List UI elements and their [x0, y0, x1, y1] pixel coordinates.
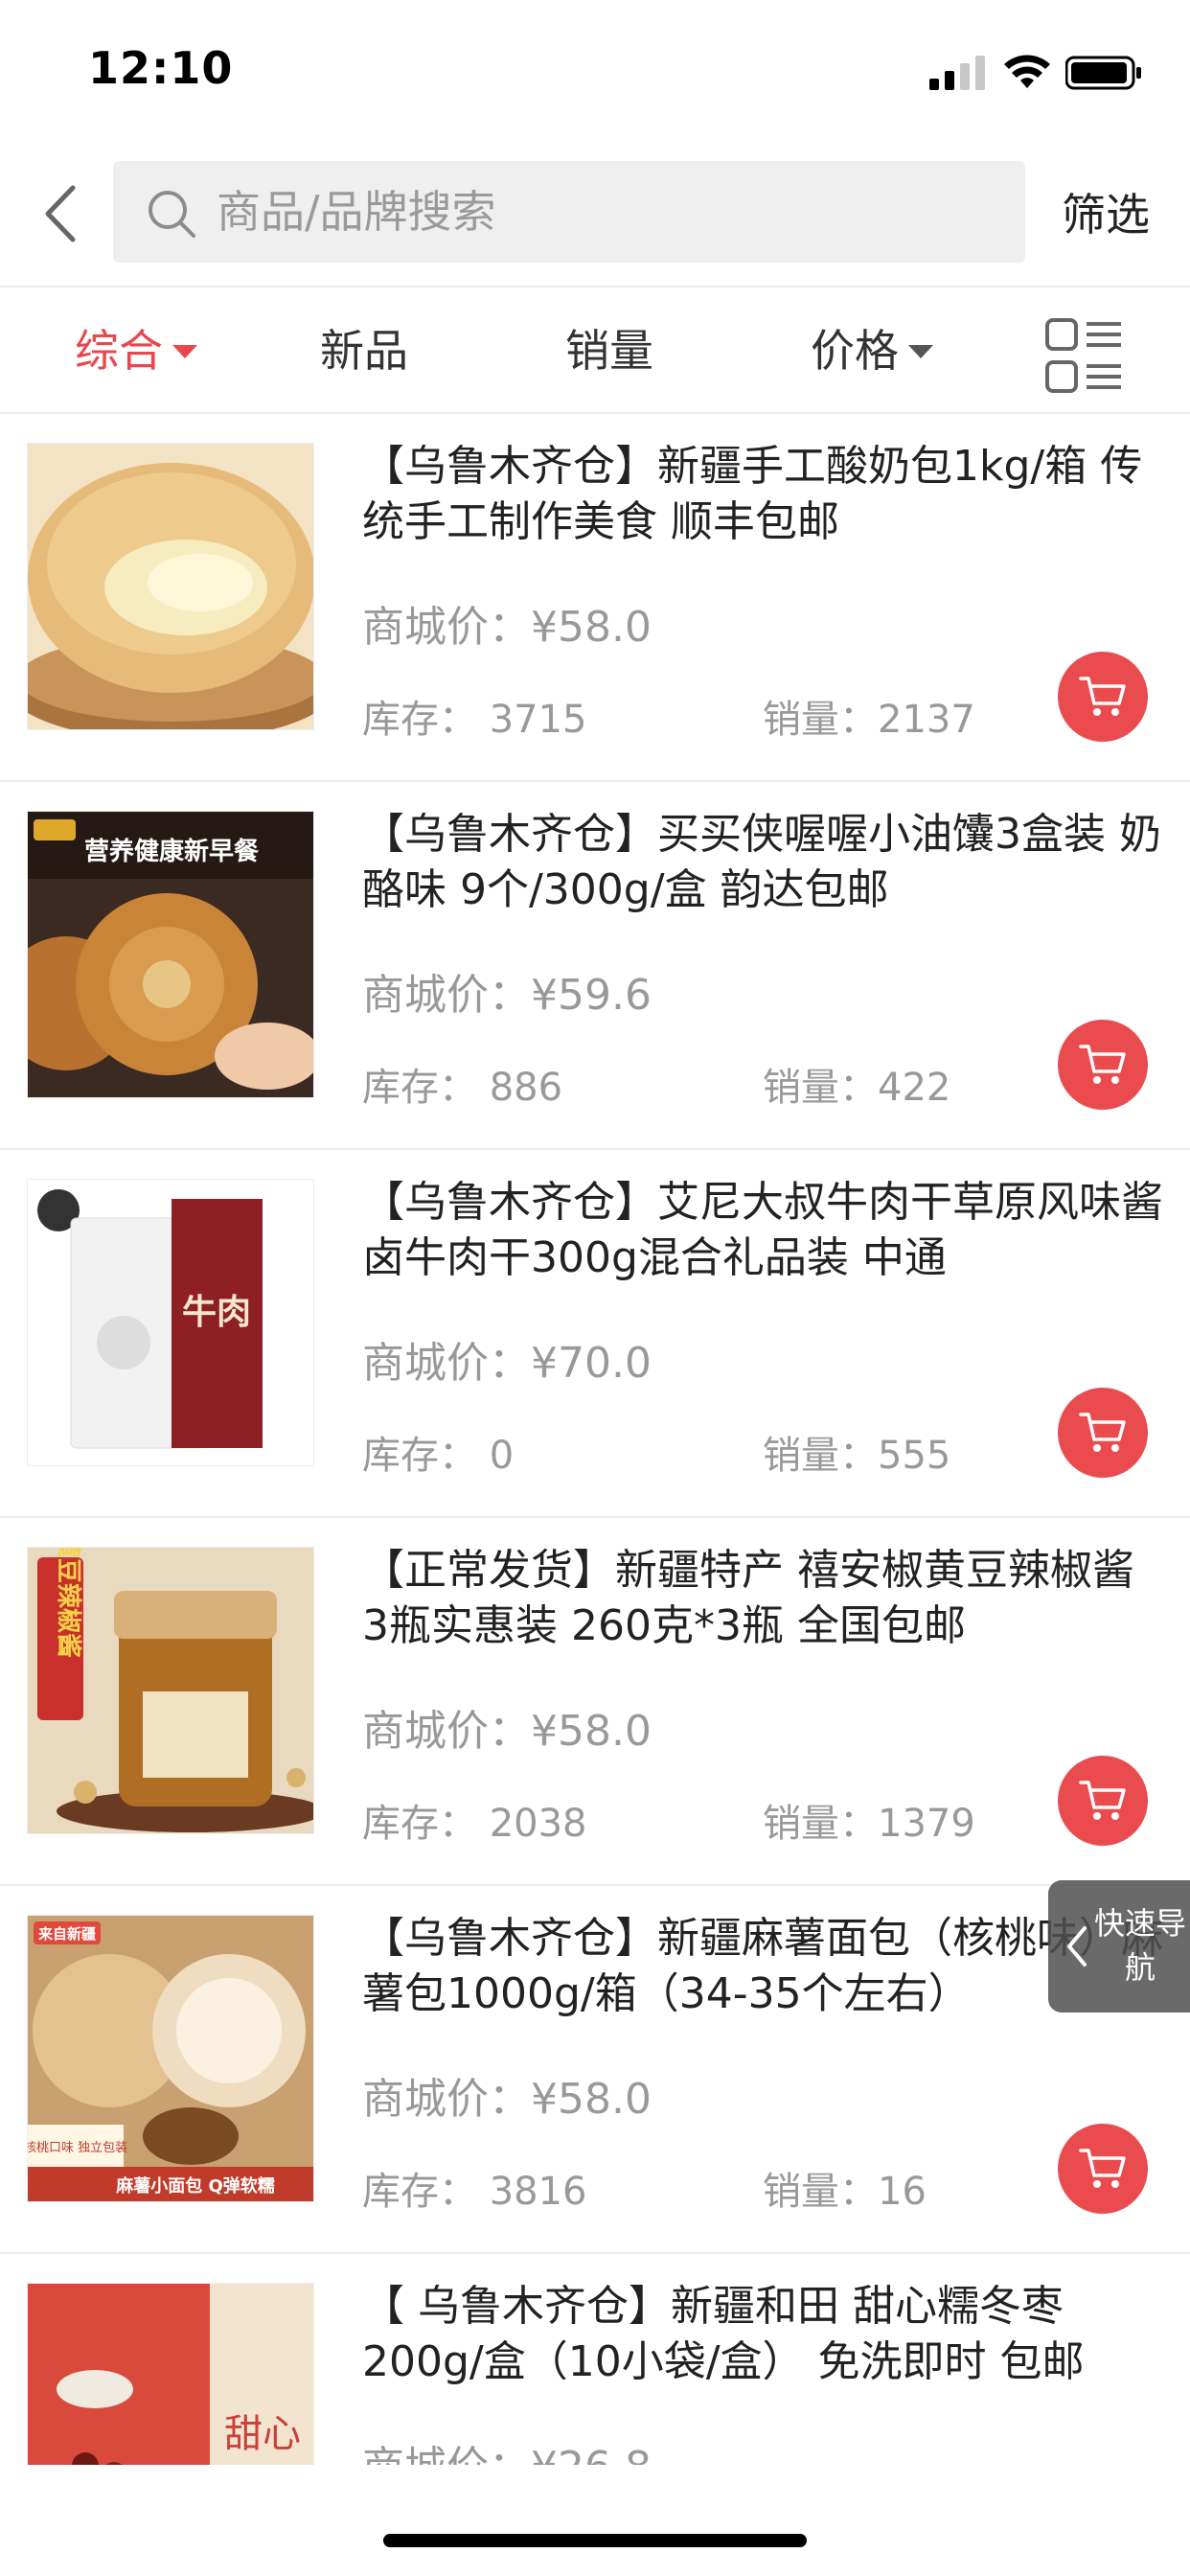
battery-icon [1065, 56, 1141, 90]
cart-icon [1079, 2149, 1126, 2188]
product-title[interactable]: 【乌鲁木齐仓】新疆麻薯面包（核桃味）麻薯包1000g/箱（34-35个左右） [362, 1911, 1167, 2022]
sort-tab-label: 销量 [565, 325, 653, 377]
sort-tab-new[interactable]: 新品 [320, 322, 408, 380]
product-image[interactable]: 来自新疆 麻薯小面包 Q弹软糯 核桃口味 独立包装 [27, 1915, 314, 2202]
product-stock: 库存： 0 [362, 1434, 515, 1478]
add-to-cart-button[interactable] [1058, 652, 1148, 742]
product-sales: 销量：422 [763, 1066, 951, 1110]
product-card[interactable]: 营养健康新早餐 【乌鲁木齐仓】买买侠喔喔小油馕3盒装 奶酪味 9个/300g/盒… [0, 782, 1190, 1150]
mochi-bread-image: 来自新疆 麻薯小面包 Q弹软糯 核桃口味 独立包装 [28, 1916, 313, 2201]
product-title[interactable]: 【乌鲁木齐仓】新疆手工酸奶包1kg/箱 传统手工制作美食 顺丰包邮 [362, 439, 1167, 550]
sort-tab-label: 新品 [320, 325, 408, 377]
product-stock: 库存： 3715 [362, 698, 587, 742]
product-card[interactable]: 来自新疆 麻薯小面包 Q弹软糯 核桃口味 独立包装 【乌鲁木齐仓】新疆麻薯面包（… [0, 1886, 1190, 2254]
product-price: 商城价：¥59.6 [362, 971, 652, 1020]
status-time: 12:10 [88, 42, 234, 94]
add-to-cart-button[interactable] [1058, 1388, 1148, 1478]
product-sales: 销量：16 [763, 2170, 927, 2214]
product-card[interactable]: 黄豆辣椒酱 【正常发货】新疆特产 禧安椒黄豆辣椒酱 3瓶实惠装 260克*3瓶 … [0, 1518, 1190, 1886]
add-to-cart-button[interactable] [1058, 1756, 1148, 1846]
sort-tab-comprehensive[interactable]: 综合 [75, 322, 197, 380]
product-sales: 销量：2137 [763, 698, 975, 742]
jujube-image: 甜心 [28, 2284, 313, 2465]
sort-tab-label: 价格 [811, 325, 899, 377]
search-icon [149, 191, 195, 238]
product-stock: 库存： 3816 [362, 2170, 587, 2214]
beef-jerky-image: 牛肉 [28, 1180, 313, 1465]
search-input[interactable] [217, 161, 983, 263]
product-card[interactable]: 【乌鲁木齐仓】新疆手工酸奶包1kg/箱 传统手工制作美食 顺丰包邮 商城价：¥5… [0, 414, 1190, 782]
product-price: 商城价：¥70.0 [362, 1339, 652, 1388]
product-image[interactable]: 甜心 [27, 2283, 314, 2465]
cart-icon [1079, 677, 1126, 716]
quick-nav-button[interactable]: 快速导航 [1048, 1880, 1190, 2012]
home-indicator[interactable] [383, 2534, 807, 2547]
back-button[interactable] [38, 180, 84, 247]
product-price: 商城价：¥58.0 [362, 1707, 652, 1756]
image-caption: 来自新疆 [37, 1925, 96, 1943]
product-stock: 库存： 2038 [362, 1802, 587, 1846]
list-view-toggle-icon[interactable] [1044, 316, 1123, 397]
image-caption: 甜心 [224, 2412, 301, 2456]
quick-nav-label: 快速导航 [1094, 1905, 1187, 1986]
image-caption: 黄豆辣椒酱 [54, 1548, 83, 1658]
sort-tab-price[interactable]: 价格 [811, 322, 933, 380]
product-sales: 销量：555 [763, 1434, 951, 1478]
product-image[interactable] [27, 443, 314, 730]
status-bar: 12:10 [0, 0, 1190, 144]
wifi-icon [1004, 55, 1050, 88]
sort-tab-label: 综合 [75, 325, 163, 377]
cart-icon [1079, 1781, 1126, 1820]
sort-tab-sales[interactable]: 销量 [565, 322, 653, 380]
signal-icon [929, 56, 987, 90]
product-price: 商城价：¥58.0 [362, 603, 652, 652]
add-to-cart-button[interactable] [1058, 2124, 1148, 2214]
sort-bar: 综合 新品 销量 价格 [0, 288, 1190, 414]
image-caption: 麻薯小面包 Q弹软糯 [115, 2175, 275, 2196]
chevron-left-icon [1067, 1926, 1087, 1966]
product-image[interactable]: 营养健康新早餐 [27, 811, 314, 1098]
product-card[interactable]: 牛肉 【乌鲁木齐仓】艾尼大叔牛肉干草原风味酱卤牛肉干300g混合礼品装 中通 商… [0, 1150, 1190, 1518]
product-card[interactable]: 甜心 【 乌鲁木齐仓】新疆和田 甜心糯冬枣200g/盒（10小袋/盒） 免洗即时… [0, 2254, 1190, 2465]
image-caption: 牛肉 [182, 1292, 251, 1332]
product-stock: 库存： 886 [362, 1066, 563, 1110]
product-list: 【乌鲁木齐仓】新疆手工酸奶包1kg/箱 传统手工制作美食 顺丰包邮 商城价：¥5… [0, 414, 1190, 2465]
product-sales: 销量：1379 [763, 1802, 975, 1846]
image-caption: 营养健康新早餐 [84, 837, 260, 866]
image-caption: 核桃口味 独立包装 [28, 2141, 127, 2155]
yogurt-bun-image [28, 444, 313, 729]
product-price: 商城价：¥58.0 [362, 2075, 652, 2124]
product-title[interactable]: 【乌鲁木齐仓】艾尼大叔牛肉干草原风味酱卤牛肉干300g混合礼品装 中通 [362, 1175, 1167, 1286]
search-box[interactable] [113, 161, 1025, 263]
naan-bread-image: 营养健康新早餐 [28, 812, 313, 1097]
caret-down-icon [172, 344, 197, 358]
add-to-cart-button[interactable] [1058, 1020, 1148, 1110]
cart-icon [1079, 1045, 1126, 1084]
product-title[interactable]: 【 乌鲁木齐仓】新疆和田 甜心糯冬枣200g/盒（10小袋/盒） 免洗即时 包邮 [362, 2279, 1167, 2390]
search-header: 筛选 [0, 144, 1190, 288]
product-image[interactable]: 黄豆辣椒酱 [27, 1547, 314, 1834]
filter-button[interactable]: 筛选 [1062, 180, 1150, 243]
caret-down-icon [908, 344, 933, 358]
chili-sauce-image: 黄豆辣椒酱 [28, 1548, 313, 1833]
product-price: 商城价：¥26.8 [362, 2432, 652, 2465]
product-title[interactable]: 【乌鲁木齐仓】买买侠喔喔小油馕3盒装 奶酪味 9个/300g/盒 韵达包邮 [362, 807, 1167, 918]
product-title[interactable]: 【正常发货】新疆特产 禧安椒黄豆辣椒酱 3瓶实惠装 260克*3瓶 全国包邮 [362, 1543, 1167, 1654]
product-image[interactable]: 牛肉 [27, 1179, 314, 1466]
cart-icon [1079, 1413, 1126, 1452]
